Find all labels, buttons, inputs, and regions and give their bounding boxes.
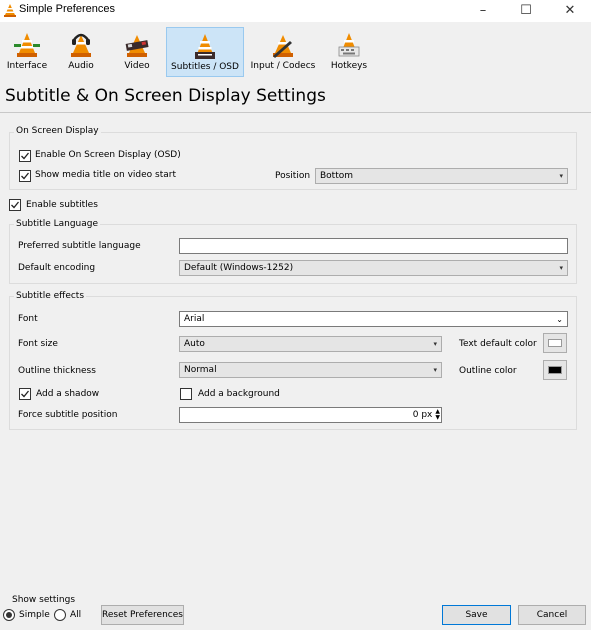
force-position-spinbox[interactable]: 0 px ▲ ▼ <box>179 407 442 423</box>
font-size-select[interactable]: Auto ▾ <box>179 336 442 352</box>
default-encoding-select[interactable]: Default (Windows-1252) ▾ <box>179 260 568 276</box>
dropdown-arrow-icon: ▾ <box>559 172 563 180</box>
radio-selected-dot <box>6 612 12 618</box>
default-encoding-value: Default (Windows-1252) <box>184 263 294 273</box>
all-radio-label: All <box>70 610 82 620</box>
tab-interface-label: Interface <box>6 61 48 71</box>
checkmark-icon <box>21 152 30 160</box>
add-background-label: Add a background <box>198 389 280 399</box>
position-label: Position <box>275 171 311 181</box>
font-size-label: Font size <box>18 339 58 349</box>
tab-video-label: Video <box>124 61 150 71</box>
force-position-label: Force subtitle position <box>18 410 118 420</box>
force-position-value: 0 px <box>412 410 433 420</box>
minimize-button[interactable]: – <box>460 0 506 20</box>
font-value: Arial <box>184 314 205 324</box>
tab-video[interactable]: Video <box>112 27 162 77</box>
close-button[interactable]: ✕ <box>547 0 591 20</box>
checkmark-icon <box>21 390 30 398</box>
text-default-color-label: Text default color <box>459 339 537 349</box>
add-background-checkbox[interactable] <box>180 388 192 400</box>
show-media-title-checkbox[interactable] <box>19 170 31 182</box>
preferred-language-label: Preferred subtitle language <box>18 241 141 251</box>
outline-thickness-label: Outline thickness <box>18 366 96 376</box>
cancel-button[interactable]: Cancel <box>518 605 586 625</box>
page-title: Subtitle & On Screen Display Settings <box>5 86 326 106</box>
dropdown-arrow-icon: ▾ <box>559 264 563 272</box>
window-title: Simple Preferences <box>19 3 115 15</box>
all-radio[interactable] <box>54 609 66 621</box>
font-label: Font <box>18 314 38 324</box>
add-shadow-checkbox[interactable] <box>19 388 31 400</box>
reset-preferences-button[interactable]: Reset Preferences <box>101 605 184 625</box>
vlc-cone-icon <box>4 4 16 17</box>
outline-color-button[interactable] <box>543 360 567 380</box>
enable-osd-label: Enable On Screen Display (OSD) <box>35 150 181 160</box>
maximize-button[interactable]: ☐ <box>503 0 549 20</box>
dropdown-arrow-icon: ▾ <box>433 340 437 348</box>
outline-thickness-select[interactable]: Normal ▾ <box>179 362 442 378</box>
osd-group-label: On Screen Display <box>14 126 101 136</box>
audio-icon <box>71 33 91 57</box>
tab-audio[interactable]: Audio <box>58 27 104 77</box>
font-select[interactable]: Arial ⌄ <box>179 311 568 327</box>
tab-hotkeys-label: Hotkeys <box>330 61 368 71</box>
text-default-color-button[interactable] <box>543 333 567 353</box>
header-divider <box>0 112 591 113</box>
enable-subtitles-label: Enable subtitles <box>26 200 98 210</box>
checkmark-icon <box>21 172 30 180</box>
preferred-language-input[interactable] <box>179 238 568 254</box>
outline-color-swatch <box>548 366 562 374</box>
save-button[interactable]: Save <box>442 605 511 625</box>
tab-interface[interactable]: Interface <box>4 27 50 77</box>
text-color-swatch <box>548 339 562 347</box>
spin-arrows-icon[interactable]: ▲ ▼ <box>435 409 440 421</box>
enable-subtitles-checkbox[interactable] <box>9 199 21 211</box>
checkmark-icon <box>11 201 20 209</box>
input-codecs-icon <box>273 35 293 58</box>
hotkeys-icon <box>338 33 360 57</box>
tab-audio-label: Audio <box>68 61 94 71</box>
subtitle-effects-group-label: Subtitle effects <box>14 291 87 301</box>
tab-subtitles-osd-label: Subtitles / OSD <box>171 62 239 72</box>
tab-input-codecs-label: Input / Codecs <box>250 61 316 71</box>
tab-input-codecs[interactable]: Input / Codecs <box>248 27 318 77</box>
position-select[interactable]: Bottom ▾ <box>315 168 568 184</box>
outline-thickness-value: Normal <box>184 365 217 375</box>
dropdown-arrow-icon: ▾ <box>433 366 437 374</box>
outline-color-label: Outline color <box>459 366 517 376</box>
interface-icon <box>14 33 40 57</box>
position-value: Bottom <box>320 171 354 181</box>
add-shadow-label: Add a shadow <box>36 389 100 399</box>
enable-osd-checkbox[interactable] <box>19 150 31 162</box>
show-media-title-label: Show media title on video start <box>35 170 176 180</box>
chevron-down-icon: ⌄ <box>556 314 563 324</box>
default-encoding-label: Default encoding <box>18 263 96 273</box>
subtitles-icon <box>195 34 215 59</box>
subtitle-language-group-label: Subtitle Language <box>14 219 101 229</box>
tab-hotkeys[interactable]: Hotkeys <box>326 27 372 77</box>
show-settings-label: Show settings <box>12 595 76 605</box>
video-icon <box>125 35 149 57</box>
simple-radio[interactable] <box>3 609 15 621</box>
simple-radio-label: Simple <box>19 610 50 620</box>
font-size-value: Auto <box>184 339 205 349</box>
tab-subtitles-osd[interactable]: Subtitles / OSD <box>166 27 244 77</box>
